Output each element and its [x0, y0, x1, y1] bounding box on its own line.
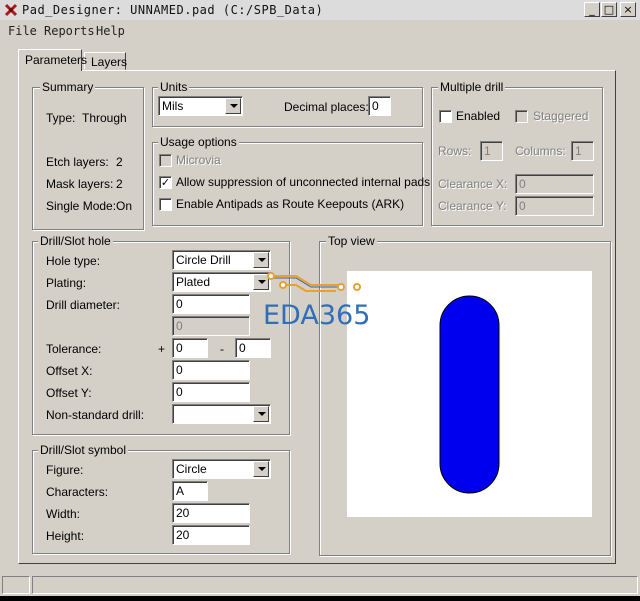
- single-mode-label: Single Mode:: [46, 199, 117, 213]
- hole-type-value: Circle Drill: [176, 253, 231, 267]
- summary-legend: Summary: [40, 80, 96, 94]
- tab-layers[interactable]: Layers: [84, 52, 127, 70]
- usage-options-legend: Usage options: [158, 135, 239, 149]
- etch-layers-label: Etch layers:: [46, 155, 109, 169]
- offset-x-label: Offset X:: [46, 364, 93, 378]
- type-label: Type:: [46, 111, 76, 125]
- staggered-label: Staggered: [533, 109, 589, 123]
- tolerance-plus-input[interactable]: 0: [172, 338, 208, 358]
- microvia-label: Microvia: [176, 153, 221, 167]
- units-select-value: Mils: [162, 99, 184, 113]
- allow-suppression-label: Allow suppression of unconnected interna…: [176, 175, 431, 189]
- minimize-button[interactable]: _: [584, 2, 600, 17]
- height-input[interactable]: 20: [172, 525, 250, 545]
- watermark-traces: [266, 271, 366, 295]
- pad-shape: [439, 295, 500, 494]
- drill-diameter-input[interactable]: 0: [172, 294, 250, 314]
- pad-preview: [439, 295, 500, 494]
- drill-diameter-label: Drill diameter:: [46, 298, 121, 312]
- columns-label: Columns:: [515, 144, 566, 158]
- checkmark-icon: ✓: [160, 176, 171, 189]
- allow-suppression-checkbox[interactable]: ✓: [159, 176, 172, 189]
- height-label: Height:: [46, 529, 85, 543]
- menu-file[interactable]: File: [8, 24, 37, 38]
- figure-value: Circle: [176, 462, 207, 476]
- width-label: Width:: [46, 507, 81, 521]
- hole-type-label: Hole type:: [46, 254, 101, 268]
- plating-value: Plated: [176, 275, 211, 289]
- columns-input[interactable]: 1: [571, 141, 594, 161]
- mask-layers-label: Mask layers:: [46, 177, 114, 191]
- figure-select[interactable]: Circle: [172, 459, 271, 479]
- menu-reports[interactable]: Reports: [44, 24, 95, 38]
- hole-type-select[interactable]: Circle Drill: [172, 250, 271, 270]
- mask-layers-value: 2: [116, 177, 123, 191]
- status-cell-left: [2, 576, 30, 594]
- figure-label: Figure:: [46, 463, 84, 477]
- clearance-x-input[interactable]: 0: [515, 174, 594, 194]
- type-value: Through: [82, 111, 127, 125]
- tolerance-label: Tolerance:: [46, 342, 102, 356]
- drill-slot-symbol-legend: Drill/Slot symbol: [38, 443, 129, 457]
- tolerance-minus-sign: -: [220, 342, 224, 356]
- menu-bar: File Reports Help: [0, 20, 640, 40]
- chevron-down-icon[interactable]: [253, 406, 269, 422]
- decimal-places-input[interactable]: 0: [368, 96, 391, 116]
- chevron-down-icon[interactable]: [225, 98, 241, 114]
- minimize-icon: _: [589, 3, 595, 16]
- window-title: Pad_Designer: UNNAMED.pad (C:/SPB_Data): [22, 3, 324, 17]
- non-standard-drill-label: Non-standard drill:: [46, 408, 145, 422]
- staggered-checkbox[interactable]: [515, 110, 528, 123]
- tolerance-plus-sign: +: [158, 342, 166, 356]
- drill-diameter-secondary-input[interactable]: 0: [172, 316, 250, 336]
- microvia-checkbox[interactable]: [159, 154, 172, 167]
- chevron-down-icon[interactable]: [253, 252, 269, 268]
- bottom-edge: [0, 596, 640, 601]
- characters-input[interactable]: A: [172, 481, 208, 501]
- width-input[interactable]: 20: [172, 503, 250, 523]
- maximize-icon: □: [603, 3, 615, 16]
- characters-label: Characters:: [46, 485, 109, 499]
- top-view-canvas: [347, 271, 592, 517]
- app-icon: [4, 3, 18, 17]
- plating-label: Plating:: [46, 276, 87, 290]
- etch-layers-value: 2: [116, 155, 123, 169]
- status-cell-main: [32, 576, 638, 594]
- rows-input[interactable]: 1: [480, 141, 503, 161]
- units-select[interactable]: Mils: [158, 96, 243, 116]
- tolerance-minus-input[interactable]: 0: [235, 338, 271, 358]
- rows-label: Rows:: [438, 144, 472, 158]
- clearance-y-label: Clearance Y:: [438, 199, 507, 213]
- decimal-places-label: Decimal places:: [284, 100, 369, 114]
- top-view-legend: Top view: [326, 234, 377, 248]
- clearance-x-label: Clearance X:: [438, 177, 508, 191]
- watermark-logo: EDA365: [263, 300, 371, 331]
- tab-parameters[interactable]: Parameters: [18, 49, 87, 71]
- offset-y-input[interactable]: 0: [172, 382, 250, 402]
- enabled-checkbox[interactable]: [439, 110, 452, 123]
- single-mode-value: On: [116, 199, 133, 213]
- non-standard-drill-select[interactable]: [172, 404, 271, 424]
- menu-help[interactable]: Help: [96, 24, 125, 38]
- clearance-y-input[interactable]: 0: [515, 196, 594, 216]
- antipads-checkbox[interactable]: [159, 198, 172, 211]
- title-bar: Pad_Designer: UNNAMED.pad (C:/SPB_Data) …: [0, 0, 640, 20]
- offset-y-label: Offset Y:: [46, 386, 92, 400]
- drill-slot-hole-legend: Drill/Slot hole: [38, 234, 113, 248]
- maximize-button[interactable]: □: [601, 2, 617, 17]
- enabled-label: Enabled: [456, 109, 501, 123]
- units-legend: Units: [158, 80, 190, 94]
- close-button[interactable]: ×: [620, 2, 636, 17]
- chevron-down-icon[interactable]: [253, 461, 269, 477]
- close-icon: ×: [623, 3, 633, 16]
- plating-select[interactable]: Plated: [172, 272, 271, 292]
- antipads-label: Enable Antipads as Route Keepouts (ARK): [176, 197, 405, 211]
- offset-x-input[interactable]: 0: [172, 360, 250, 380]
- multiple-drill-legend: Multiple drill: [438, 80, 506, 94]
